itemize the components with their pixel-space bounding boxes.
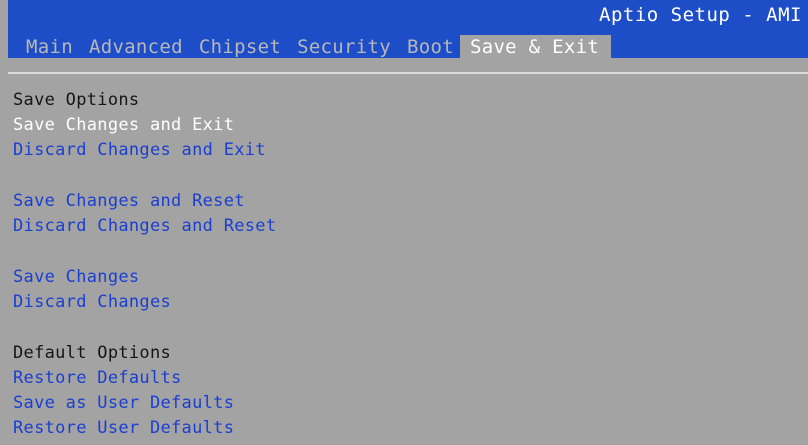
tab-chipset[interactable]: Chipset: [199, 35, 281, 59]
tab-main[interactable]: Main: [26, 35, 73, 59]
menu-item-discard-changes-and-reset[interactable]: Discard Changes and Reset: [13, 214, 793, 239]
tab-save-and-exit[interactable]: Save & Exit: [459, 35, 612, 59]
menu-item-discard-changes[interactable]: Discard Changes: [13, 290, 793, 315]
tab-bar: Main Advanced Chipset Security Boot Save…: [26, 35, 612, 59]
tab-security[interactable]: Security: [297, 35, 391, 59]
menu-item-save-changes-and-reset[interactable]: Save Changes and Reset: [13, 189, 793, 214]
app-title: Aptio Setup - AMI: [599, 4, 802, 26]
save-options-heading: Save Options: [13, 90, 140, 110]
menu-item-save-changes-and-exit[interactable]: Save Changes and Exit: [13, 113, 793, 138]
menu-item-save-as-user-defaults[interactable]: Save as User Defaults: [13, 391, 793, 416]
header-divider: [8, 72, 808, 74]
menu-item-restore-defaults[interactable]: Restore Defaults: [13, 366, 793, 391]
tab-advanced[interactable]: Advanced: [89, 35, 183, 59]
header-bar: Aptio Setup - AMI Main Advanced Chipset …: [8, 0, 808, 59]
menu-item-discard-changes-and-exit[interactable]: Discard Changes and Exit: [13, 138, 793, 163]
menu-item-save-changes[interactable]: Save Changes: [13, 265, 793, 290]
tab-boot[interactable]: Boot: [407, 35, 454, 59]
menu-item-restore-user-defaults[interactable]: Restore User Defaults: [13, 416, 793, 441]
save-exit-menu: Save Options Save Changes and Exit Disca…: [13, 88, 793, 441]
default-options-heading: Default Options: [13, 343, 172, 363]
